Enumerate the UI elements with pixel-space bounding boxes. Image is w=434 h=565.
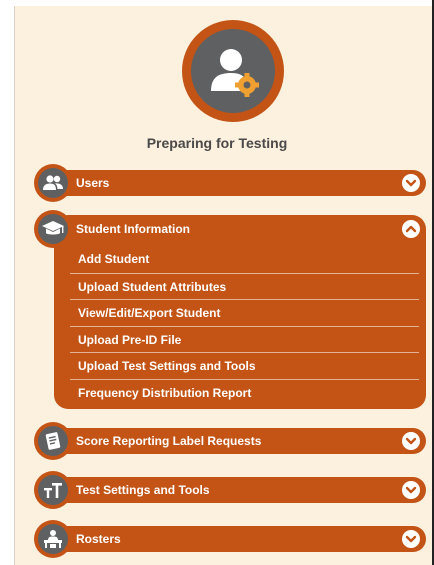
page-title: Preparing for Testing [146,135,288,151]
accordion-label: Rosters [76,532,121,546]
users-icon [43,175,63,190]
accordion-label: Score Reporting Label Requests [76,434,262,448]
submenu-item-add-student[interactable]: Add Student [70,246,419,273]
submenu-item-view-edit-export-student[interactable]: View/Edit/Export Student [70,299,419,326]
users-badge [34,164,72,202]
accordion-label: Test Settings and Tools [76,483,210,497]
chevron-up-icon[interactable] [402,220,420,238]
rosters-badge [34,520,72,558]
accordion-rosters[interactable]: Rosters [34,520,426,558]
student-information-submenu: Add Student Upload Student Attributes Vi… [70,246,419,405]
text-size-icon [44,483,62,498]
accordion-users[interactable]: Users [34,164,426,202]
chevron-down-icon[interactable] [402,481,420,499]
test-settings-badge [34,471,72,509]
accordion-student-information[interactable]: Student Information [34,210,426,248]
accordion-label: Users [76,176,110,190]
label-icon [45,432,61,450]
submenu-item-frequency-distribution-report[interactable]: Frequency Distribution Report [70,378,419,406]
accordion-score-reporting-label-requests[interactable]: Score Reporting Label Requests [34,422,426,460]
user-gear-icon [211,49,259,97]
score-reporting-badge [34,422,72,460]
chevron-down-icon[interactable] [402,432,420,450]
student-information-badge [34,210,72,248]
submenu-item-upload-student-attributes[interactable]: Upload Student Attributes [70,272,419,300]
graduation-cap-icon [42,221,64,235]
accordion-test-settings-and-tools[interactable]: Test Settings and Tools [34,471,426,509]
submenu-item-upload-test-settings-and-tools[interactable]: Upload Test Settings and Tools [70,352,419,379]
submenu-item-upload-pre-id-file[interactable]: Upload Pre-ID File [70,325,419,353]
accordion-label: Student Information [76,222,190,236]
chevron-down-icon[interactable] [402,174,420,192]
preparing-for-testing-hero [182,20,284,122]
classroom-icon [44,530,62,548]
chevron-down-icon[interactable] [402,530,420,548]
